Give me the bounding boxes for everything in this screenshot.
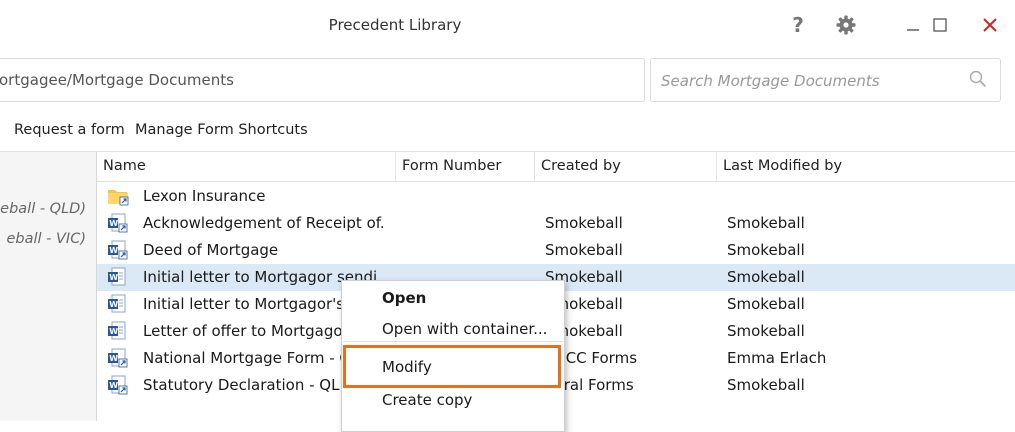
row-modified-by: Smokeball <box>727 241 805 259</box>
svg-text:W: W <box>109 246 118 255</box>
row-modified-by: Smokeball <box>727 295 805 313</box>
search-input[interactable] <box>659 69 953 93</box>
toolbar: Request a form Manage Form Shortcuts <box>0 112 1015 152</box>
word-icon: W <box>108 267 126 286</box>
word-shortcut-icon: W <box>108 213 128 233</box>
left-panel-item-vic[interactable]: eball - VIC) <box>7 231 87 247</box>
table-row[interactable]: W Deed of Mortgage Smokeball Smokeball <box>97 237 1015 264</box>
minimize-icon <box>907 29 919 31</box>
row-name: Acknowledgement of Receipt of... <box>143 214 383 232</box>
row-created-by: Smokeball <box>545 214 623 232</box>
close-icon <box>983 18 997 32</box>
maximize-button[interactable] <box>925 10 955 40</box>
close-button[interactable] <box>975 10 1005 40</box>
window-title: Precedent Library <box>328 16 462 34</box>
settings-button[interactable] <box>831 10 861 40</box>
row-modified-by: Smokeball <box>727 268 805 286</box>
column-header-last-modified-by[interactable]: Last Modified by <box>717 152 1015 181</box>
help-icon: ? <box>792 13 804 37</box>
word-icon: W <box>108 294 126 313</box>
word-icon: W <box>108 321 126 340</box>
row-modified-by: Smokeball <box>727 214 805 232</box>
highlight-box <box>343 345 561 388</box>
svg-text:W: W <box>109 219 118 228</box>
svg-text:W: W <box>109 354 118 363</box>
svg-text:W: W <box>109 381 118 390</box>
table-row[interactable]: W Acknowledgement of Receipt of... Smoke… <box>97 210 1015 237</box>
row-modified-by: Smokeball <box>727 322 805 340</box>
maximize-icon <box>933 18 947 32</box>
row-modified-by: Smokeball <box>727 376 805 394</box>
menu-item-create-copy[interactable]: Create copy <box>382 391 472 409</box>
title-bar: Precedent Library ? <box>0 0 1015 50</box>
svg-text:W: W <box>109 300 118 309</box>
row-modified-by: Emma Erlach <box>727 349 827 367</box>
column-header-created-by[interactable]: Created by <box>535 152 717 181</box>
svg-text:W: W <box>109 273 118 282</box>
column-header-form-number[interactable]: Form Number <box>396 152 535 181</box>
gear-icon <box>836 15 856 35</box>
row-name: Lexon Insurance <box>143 187 266 205</box>
row-name: Deed of Mortgage <box>143 241 279 259</box>
table-row[interactable]: Lexon Insurance <box>97 183 1015 210</box>
breadcrumb[interactable]: ortgagee/Mortgage Documents <box>0 58 645 102</box>
breadcrumb-path: ortgagee/Mortgage Documents <box>0 71 234 89</box>
row-created-by: Smokeball <box>545 241 623 259</box>
folder-icon <box>108 190 129 206</box>
left-panel: eball - QLD) eball - VIC) <box>0 152 97 421</box>
menu-separator <box>343 341 563 342</box>
word-shortcut-icon: W <box>108 348 128 368</box>
request-form-button[interactable]: Request a form <box>14 122 125 138</box>
word-shortcut-icon: W <box>108 375 128 395</box>
left-panel-item-qld[interactable]: eball - QLD) <box>0 201 86 217</box>
help-button[interactable]: ? <box>783 10 813 40</box>
word-shortcut-icon: W <box>108 240 128 260</box>
column-header-row: Name Form Number Created by Last Modifie… <box>97 152 1015 182</box>
menu-item-open-with-container[interactable]: Open with container... <box>382 320 547 338</box>
search-box[interactable] <box>650 58 1001 102</box>
minimize-button[interactable] <box>898 10 928 40</box>
column-header-name[interactable]: Name <box>97 152 396 181</box>
search-icon[interactable] <box>969 70 987 88</box>
manage-form-shortcuts-button[interactable]: Manage Form Shortcuts <box>135 122 308 138</box>
svg-text:W: W <box>109 327 118 336</box>
menu-item-open[interactable]: Open <box>382 289 426 307</box>
